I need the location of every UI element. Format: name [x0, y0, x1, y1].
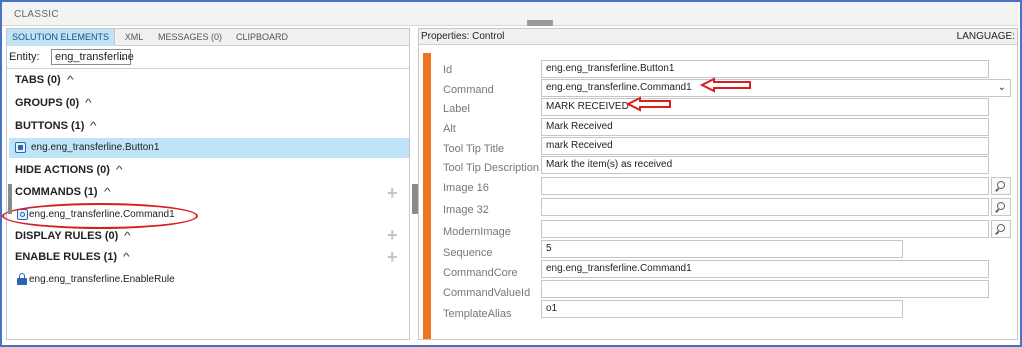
chevron-up-icon: ^	[124, 231, 131, 242]
window-title: CLASSIC	[14, 9, 59, 20]
annotation-ellipse	[2, 203, 198, 229]
properties-pane: Properties: Control LANGUAGE: Id eng.eng…	[418, 28, 1018, 340]
prop-label-image32: Image 32	[443, 204, 489, 216]
prop-label-alt: Alt	[443, 123, 456, 135]
add-command-icon[interactable]: +	[387, 184, 398, 202]
prop-label-id: Id	[443, 64, 453, 76]
modern-image-search-icon[interactable]	[991, 220, 1011, 238]
title-bar: CLASSIC	[2, 2, 1018, 26]
language-label: LANGUAGE:	[956, 31, 1015, 42]
button-icon	[15, 142, 26, 153]
chevron-up-icon: ^	[85, 98, 92, 109]
section-display-rules-label: DISPLAY RULES (0)	[15, 230, 119, 242]
divider	[7, 68, 409, 69]
arrow-left-icon	[626, 96, 671, 112]
prop-label-command-value-id: CommandValueId	[443, 287, 531, 299]
section-enable-rules-label: ENABLE RULES (1)	[15, 251, 118, 263]
prop-label-modern-image: ModernImage	[443, 226, 511, 238]
image16-search-icon[interactable]	[991, 177, 1011, 195]
section-groups-label: GROUPS (0)	[15, 97, 80, 109]
button-list-item[interactable]: eng.eng_transferline.Button1	[9, 138, 409, 158]
tab-xml[interactable]: XML	[117, 29, 151, 46]
tab-solution-elements[interactable]: SOLUTION ELEMENTS	[7, 29, 115, 46]
section-groups[interactable]: GROUPS (0) ^	[15, 97, 92, 113]
tooltip-title-field[interactable]: mark Received	[541, 137, 989, 155]
left-tab-strip: SOLUTION ELEMENTS XML MESSAGES (0) CLIPB…	[7, 29, 409, 46]
lock-icon	[17, 273, 27, 285]
chevron-down-icon: ⌄	[119, 52, 127, 62]
section-commands-label: COMMANDS (1)	[15, 186, 98, 198]
tooltip-description-field[interactable]: Mark the item(s) as received	[541, 156, 989, 174]
chevron-up-icon: ^	[90, 121, 98, 132]
chevron-up-icon: ^	[123, 252, 130, 263]
command-core-field[interactable]: eng.eng_transferline.Command1	[541, 260, 989, 278]
tab-messages[interactable]: MESSAGES (0)	[155, 29, 225, 46]
prop-label-sequence: Sequence	[443, 247, 493, 259]
prop-label-command: Command	[443, 84, 494, 96]
sequence-field[interactable]: 5	[541, 240, 903, 258]
pane-splitter-handle[interactable]	[527, 20, 553, 26]
section-hide-actions-label: HIDE ACTIONS (0)	[15, 164, 110, 176]
section-enable-rules[interactable]: ENABLE RULES (1) ^	[15, 251, 130, 267]
prop-label-tooltip-title: Tool Tip Title	[443, 143, 505, 155]
left-scroll-indicator[interactable]	[8, 184, 12, 214]
chevron-up-icon: ^	[115, 165, 123, 176]
prop-label-tooltip-description: Tool Tip Description	[443, 162, 539, 174]
arrow-left-icon	[700, 77, 751, 93]
id-field[interactable]: eng.eng_transferline.Button1	[541, 60, 989, 78]
section-buttons-label: BUTTONS (1)	[15, 120, 85, 132]
alt-field[interactable]: Mark Received	[541, 118, 989, 136]
add-enable-rule-icon[interactable]: +	[387, 248, 398, 266]
prop-label-image16: Image 16	[443, 182, 489, 194]
command-value-id-field[interactable]	[541, 280, 989, 298]
section-commands[interactable]: COMMANDS (1) ^	[15, 186, 111, 202]
modern-image-field[interactable]	[541, 220, 989, 238]
section-tabs[interactable]: TABS (0) ^	[15, 74, 74, 90]
image16-field[interactable]	[541, 177, 989, 195]
section-display-rules[interactable]: DISPLAY RULES (0) ^	[15, 230, 131, 246]
solution-elements-pane: SOLUTION ELEMENTS XML MESSAGES (0) CLIPB…	[6, 28, 410, 340]
section-buttons[interactable]: BUTTONS (1) ^	[15, 120, 98, 136]
enable-rule-list-item[interactable]: eng.eng_transferline.EnableRule	[9, 270, 409, 290]
image32-search-icon[interactable]	[991, 198, 1011, 216]
chevron-up-icon: ^	[103, 187, 111, 198]
label-field[interactable]: MARK RECEIVED	[541, 98, 989, 116]
chevron-down-icon: ⌄	[997, 82, 1006, 93]
entity-select[interactable]: eng_transferline ⌄	[51, 49, 134, 65]
entity-label: Entity:	[9, 51, 40, 63]
button-item-label: eng.eng_transferline.Button1	[31, 142, 160, 153]
image32-field[interactable]	[541, 198, 989, 216]
section-hide-actions[interactable]: HIDE ACTIONS (0) ^	[15, 164, 123, 180]
accent-bar	[423, 53, 431, 339]
command-select[interactable]: eng.eng_transferline.Command1 ⌄	[541, 79, 1011, 97]
properties-header: Properties: Control LANGUAGE:	[419, 29, 1017, 45]
add-display-rule-icon[interactable]: +	[387, 226, 398, 244]
properties-title: Properties: Control	[421, 31, 505, 42]
prop-label-command-core: CommandCore	[443, 267, 518, 279]
chevron-up-icon: ^	[66, 75, 74, 86]
template-alias-field[interactable]: o1	[541, 300, 903, 318]
prop-label-label: Label	[443, 103, 470, 115]
command-select-value: eng.eng_transferline.Command1	[546, 82, 692, 93]
tab-clipboard[interactable]: CLIPBOARD	[229, 29, 295, 46]
prop-label-template-alias: TemplateAlias	[443, 308, 512, 320]
enable-rule-item-label: eng.eng_transferline.EnableRule	[29, 274, 175, 285]
section-tabs-label: TABS (0)	[15, 74, 61, 86]
